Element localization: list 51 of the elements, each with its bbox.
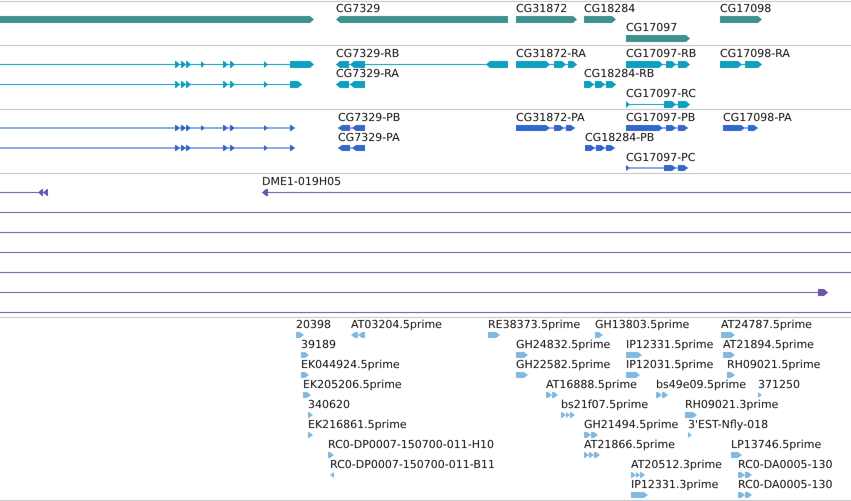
feature-label: AT20512.3prime xyxy=(631,458,722,471)
feature-label: CG17098 xyxy=(720,2,772,15)
feature-label: CG31872-PA xyxy=(516,111,585,124)
feature-label: IP12331.5prime xyxy=(626,338,714,351)
feature-label: RH09021.3prime xyxy=(685,398,778,411)
feature-label: GH22582.5prime xyxy=(516,358,610,371)
feature-label: CG7329-PA xyxy=(338,131,400,144)
feature-label: 3'EST-Nfly-018 xyxy=(688,418,768,431)
feature-label: DME1-019H05 xyxy=(262,175,342,188)
feature-label: 20398 xyxy=(296,318,331,331)
feature-label: bs49e09.5prime xyxy=(656,378,746,391)
feature-label: CG31872-RA xyxy=(516,47,586,60)
feature-label: CG18284 xyxy=(584,2,636,15)
feature-label: CG17098-PA xyxy=(723,111,792,124)
feature-label: AT21866.5prime xyxy=(584,438,675,451)
feature-label: IP12331.3prime xyxy=(631,478,718,491)
feature-label: AT03204.5prime xyxy=(351,318,442,331)
feature-label: RC0-DP0007-150700-011-H10 xyxy=(328,438,494,451)
feature-label: 39189 xyxy=(301,338,336,351)
feature-label: GH13803.5prime xyxy=(595,318,690,331)
feature-label: EK205206.5prime xyxy=(303,378,402,391)
feature-label: CG17097 xyxy=(626,21,678,34)
feature-label: AT21894.5prime xyxy=(723,338,814,351)
feature-label: CG7329-RA xyxy=(336,67,399,80)
feature-label: RH09021.5prime xyxy=(727,358,820,371)
feature-label: LP13746.5prime xyxy=(731,438,822,451)
feature-label: CG17098-RA xyxy=(720,47,790,60)
feature-label: CG7329 xyxy=(336,2,380,15)
feature-label: CG7329-PB xyxy=(338,111,400,124)
feature-label: CG31872 xyxy=(516,2,568,15)
feature-label: RC0-DA0005-130 xyxy=(738,458,833,471)
feature-label: CG17097-RB xyxy=(626,47,696,60)
feature-label: CG17097-PB xyxy=(626,111,696,124)
feature-label: CG18284-PB xyxy=(585,131,654,144)
feature-label: GH21494.5prime xyxy=(584,418,678,431)
feature-label: RC0-DA0005-130 xyxy=(738,478,833,491)
feature-label: EK216861.5prime xyxy=(308,418,407,431)
feature-label: 340620 xyxy=(308,398,350,411)
feature-label: CG7329-RB xyxy=(336,47,400,60)
feature-label: bs21f07.5prime xyxy=(561,398,648,411)
feature-label: AT16888.5prime xyxy=(546,378,637,391)
feature-label: RC0-DP0007-150700-011-B11 xyxy=(330,458,495,471)
feature-label: IP12031.5prime xyxy=(626,358,714,371)
feature-label: GH24832.5prime xyxy=(516,338,610,351)
feature-label: CG18284-RB xyxy=(584,67,654,80)
feature-label: CG17097-PC xyxy=(626,151,696,164)
feature-label: 371250 xyxy=(758,378,800,391)
feature-label: CG17097-RC xyxy=(626,87,696,100)
feature-label: AT24787.5prime xyxy=(721,318,812,331)
feature-label: RE38373.5prime xyxy=(488,318,580,331)
feature-label: EK044924.5prime xyxy=(301,358,400,371)
